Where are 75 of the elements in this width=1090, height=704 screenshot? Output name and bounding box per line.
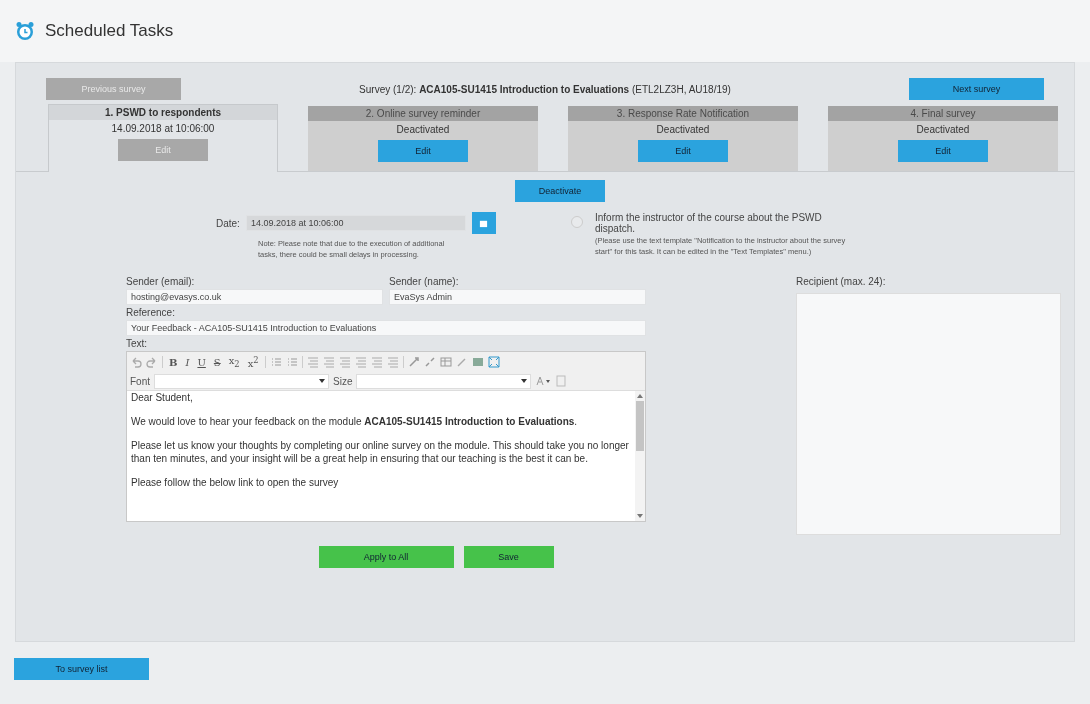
caret-icon — [319, 379, 325, 383]
scrollbar-thumb[interactable] — [636, 401, 644, 451]
sender-name-field[interactable]: EvaSys Admin — [389, 289, 646, 305]
message-paragraph: Dear Student, — [131, 391, 194, 404]
scroll-up-icon[interactable] — [637, 394, 643, 398]
format-button[interactable]: x$^{2}$ — [245, 354, 261, 370]
edit-button[interactable]: Edit — [898, 140, 988, 162]
text-label: Text: — [126, 338, 149, 349]
undo-icon[interactable] — [130, 356, 142, 368]
edit-button[interactable]: Edit — [638, 140, 728, 162]
list-icon[interactable] — [285, 356, 298, 368]
size-dropdown[interactable] — [356, 373, 532, 389]
edit-button[interactable]: Edit — [378, 140, 468, 162]
format-button[interactable]: S — [211, 356, 223, 368]
page-title: Scheduled Tasks — [45, 21, 174, 41]
message-paragraph: Please let us know your thoughts by completing our online survey on the module. This should take you no longer than ten minutes, and your insight will be a great help in ensuring that our teaching is the best it can be. — [131, 439, 630, 465]
action-button[interactable]: Save — [463, 546, 554, 568]
sender-email-label: Sender (email): — [126, 276, 196, 287]
message-paragraph: We would love to hear your feedback on the module ACA105-SU1415 Introduction to Evaluations. — [131, 415, 579, 428]
pen-icon[interactable] — [455, 356, 468, 368]
alarm-clock-icon — [15, 21, 35, 41]
format-button[interactable]: U — [195, 356, 208, 368]
format-button[interactable]: B — [167, 356, 180, 368]
font-label: Font — [130, 375, 150, 387]
tab-status: Deactivated — [916, 124, 970, 135]
text-color-icon[interactable] — [535, 375, 552, 387]
tab-status: Deactivated — [396, 124, 450, 135]
date-label: Date: — [216, 217, 240, 229]
table-icon[interactable] — [439, 356, 452, 368]
image-icon[interactable] — [471, 356, 484, 368]
unlink-icon[interactable] — [423, 356, 436, 368]
inform-label: Inform the instructor of the course about the PSWD dispatch. — [595, 212, 823, 234]
task-tab[interactable]: 2. Online survey reminder Deactivated Edit — [308, 106, 538, 171]
task-tab[interactable]: 3. Response Rate Notification Deactivated Edit — [568, 106, 798, 171]
sender-email-field[interactable]: hosting@evasys.co.uk — [126, 289, 383, 305]
maximize-icon[interactable] — [487, 356, 500, 368]
align-icon[interactable] — [386, 356, 399, 368]
calendar-button[interactable] — [471, 212, 496, 234]
format-button[interactable]: x$_{2}$ — [226, 355, 242, 369]
survey-list-button[interactable]: To survey list — [14, 658, 149, 680]
tab-status: 14.09.2018 at 10:06:00 — [111, 123, 215, 134]
tab-title: 4. Final survey — [828, 106, 1058, 121]
redo-icon[interactable] — [146, 356, 158, 368]
task-tab[interactable]: 4. Final survey Deactivated Edit — [828, 106, 1058, 171]
align-icon[interactable] — [322, 356, 335, 368]
tab-status: Deactivated — [656, 124, 710, 135]
align-icon[interactable] — [338, 356, 351, 368]
format-button[interactable]: I — [183, 356, 192, 368]
tab-title: 2. Online survey reminder — [308, 106, 538, 121]
deactivate-button[interactable]: Deactivate — [515, 180, 605, 202]
list-icon[interactable] — [269, 356, 282, 368]
align-icon[interactable] — [306, 356, 319, 368]
source-icon[interactable] — [555, 375, 568, 387]
task-tab[interactable]: 1. PSWD to respondents 14.09.2018 at 10:06:00 Edit — [48, 104, 278, 172]
link-icon[interactable] — [407, 356, 420, 368]
calendar-icon — [479, 218, 489, 228]
sender-name-label: Sender (name): — [389, 276, 460, 287]
align-icon[interactable] — [370, 356, 383, 368]
action-button[interactable]: Apply to All — [318, 546, 454, 568]
reference-field[interactable]: Your Feedback - ACA105-SU1415 Introduction to Evaluations — [126, 320, 646, 336]
size-label: Size — [333, 375, 353, 387]
tab-title: 1. PSWD to respondents — [49, 105, 277, 120]
font-dropdown[interactable] — [154, 373, 329, 389]
inform-checkbox[interactable] — [571, 216, 583, 228]
date-field[interactable]: 14.09.2018 at 10:06:00 — [245, 215, 466, 231]
recipient-field[interactable] — [796, 293, 1061, 535]
align-icon[interactable] — [354, 356, 367, 368]
caret-icon — [521, 379, 528, 383]
recipient-label: Recipient (max. 24): — [796, 276, 887, 287]
survey-title: Survey (1/2): ACA105-SU1415 Introduction to Evaluations (ETL2LZ3H, AU18/19) — [359, 83, 731, 95]
reference-label: Reference: — [126, 307, 176, 318]
scroll-down-icon[interactable] — [637, 514, 643, 518]
tab-title: 3. Response Rate Notification — [568, 106, 798, 121]
next-survey-button[interactable]: Next survey — [909, 78, 1044, 100]
message-paragraph: Please follow the below link to open the survey — [131, 476, 340, 489]
